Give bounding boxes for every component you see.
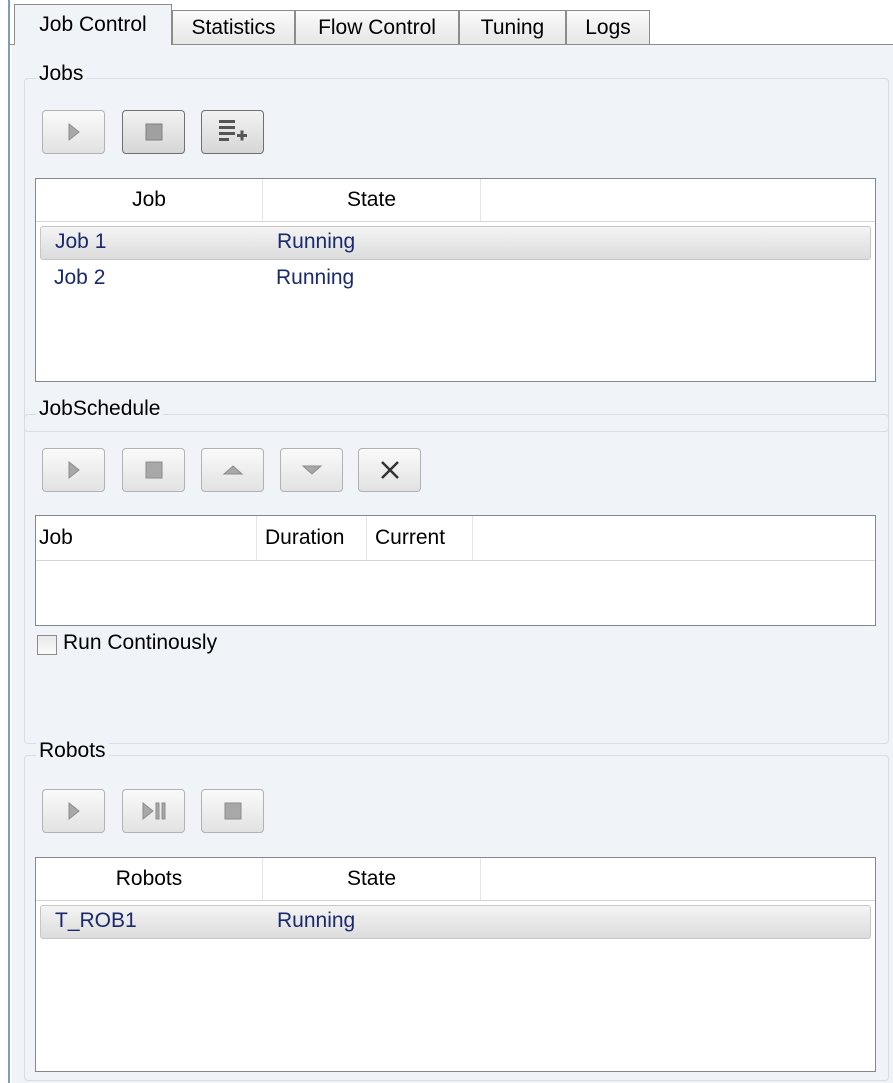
tab-tuning[interactable]: Tuning (459, 10, 566, 44)
play-icon (68, 460, 80, 480)
jobs-list[interactable]: Job State Job 1 Running Job 2 Running (35, 178, 876, 382)
column-header-state[interactable]: State (263, 179, 481, 221)
robots-start-button[interactable] (42, 789, 105, 833)
stop-icon (145, 123, 162, 141)
step-icon (142, 801, 165, 821)
tab-job-control[interactable]: Job Control (14, 4, 172, 45)
jobs-start-button[interactable] (42, 110, 105, 154)
play-icon (68, 122, 80, 142)
schedule-start-button[interactable] (42, 448, 105, 492)
column-label: Job (39, 526, 73, 549)
column-label: Current (375, 526, 446, 549)
tab-strip: Job Control Statistics Flow Control Tuni… (10, 0, 893, 45)
column-label: State (346, 188, 397, 211)
list-item[interactable]: Job 2 Running (40, 263, 871, 297)
column-header-state[interactable]: State (263, 858, 481, 900)
move-up-icon (222, 465, 243, 475)
schedule-move-up-button[interactable] (201, 448, 264, 492)
jobs-add-button[interactable] (201, 110, 264, 154)
run-continuously-checkbox[interactable] (37, 635, 57, 655)
column-header-job[interactable]: Job (36, 179, 263, 221)
robots-list-header: Robots State (36, 858, 875, 901)
job-name: Job 1 (55, 230, 107, 253)
column-label: Job (132, 188, 166, 211)
jobschedule-group-title: JobSchedule (36, 397, 164, 421)
job-name: Job 2 (54, 266, 106, 289)
tab-label: Flow Control (318, 15, 436, 39)
tab-label: Logs (585, 15, 631, 39)
list-item[interactable]: T_ROB1 Running (40, 905, 871, 939)
schedule-list-header: Job Duration Current (36, 516, 875, 561)
robot-state: Running (277, 909, 356, 932)
column-label: Duration (265, 526, 345, 549)
column-label: Robots (115, 867, 183, 890)
tab-flow-control[interactable]: Flow Control (295, 10, 459, 44)
stop-icon (224, 802, 241, 820)
tab-logs[interactable]: Logs (566, 10, 650, 44)
column-label: State (346, 867, 397, 890)
move-down-icon (301, 465, 322, 475)
delete-icon (380, 461, 399, 479)
jobs-stop-button[interactable] (122, 110, 185, 154)
run-continuously-label: Run Continously (63, 631, 218, 654)
column-header-robots[interactable]: Robots (36, 858, 263, 900)
play-icon (68, 801, 80, 821)
schedule-move-down-button[interactable] (280, 448, 343, 492)
robots-list[interactable]: Robots State T_ROB1 Running (35, 857, 876, 1072)
list-item[interactable]: Job 1 Running (40, 226, 871, 260)
column-header-job[interactable]: Job (36, 516, 257, 560)
robots-step-button[interactable] (122, 789, 185, 833)
jobs-group-title: Jobs (36, 62, 87, 86)
tab-label: Statistics (191, 15, 276, 39)
robots-stop-button[interactable] (201, 789, 264, 833)
job-control-page: Jobs Job State Job 1 Running Job 2 Runni… (12, 45, 893, 1083)
job-state: Running (276, 266, 355, 289)
column-header-duration[interactable]: Duration (257, 516, 367, 560)
left-border (0, 0, 10, 1083)
schedule-list[interactable]: Job Duration Current (35, 515, 876, 626)
tab-label: Job Control (39, 13, 147, 36)
stop-icon (145, 461, 162, 479)
column-header-current[interactable]: Current (367, 516, 473, 560)
tab-label: Tuning (480, 15, 545, 39)
job-state: Running (277, 230, 356, 253)
tab-statistics[interactable]: Statistics (172, 10, 295, 44)
schedule-delete-button[interactable] (358, 448, 421, 492)
add-list-icon (218, 120, 247, 141)
robot-name: T_ROB1 (55, 909, 137, 932)
jobs-list-header: Job State (36, 179, 875, 222)
robots-group-title: Robots (36, 739, 109, 763)
schedule-stop-button[interactable] (122, 448, 185, 492)
